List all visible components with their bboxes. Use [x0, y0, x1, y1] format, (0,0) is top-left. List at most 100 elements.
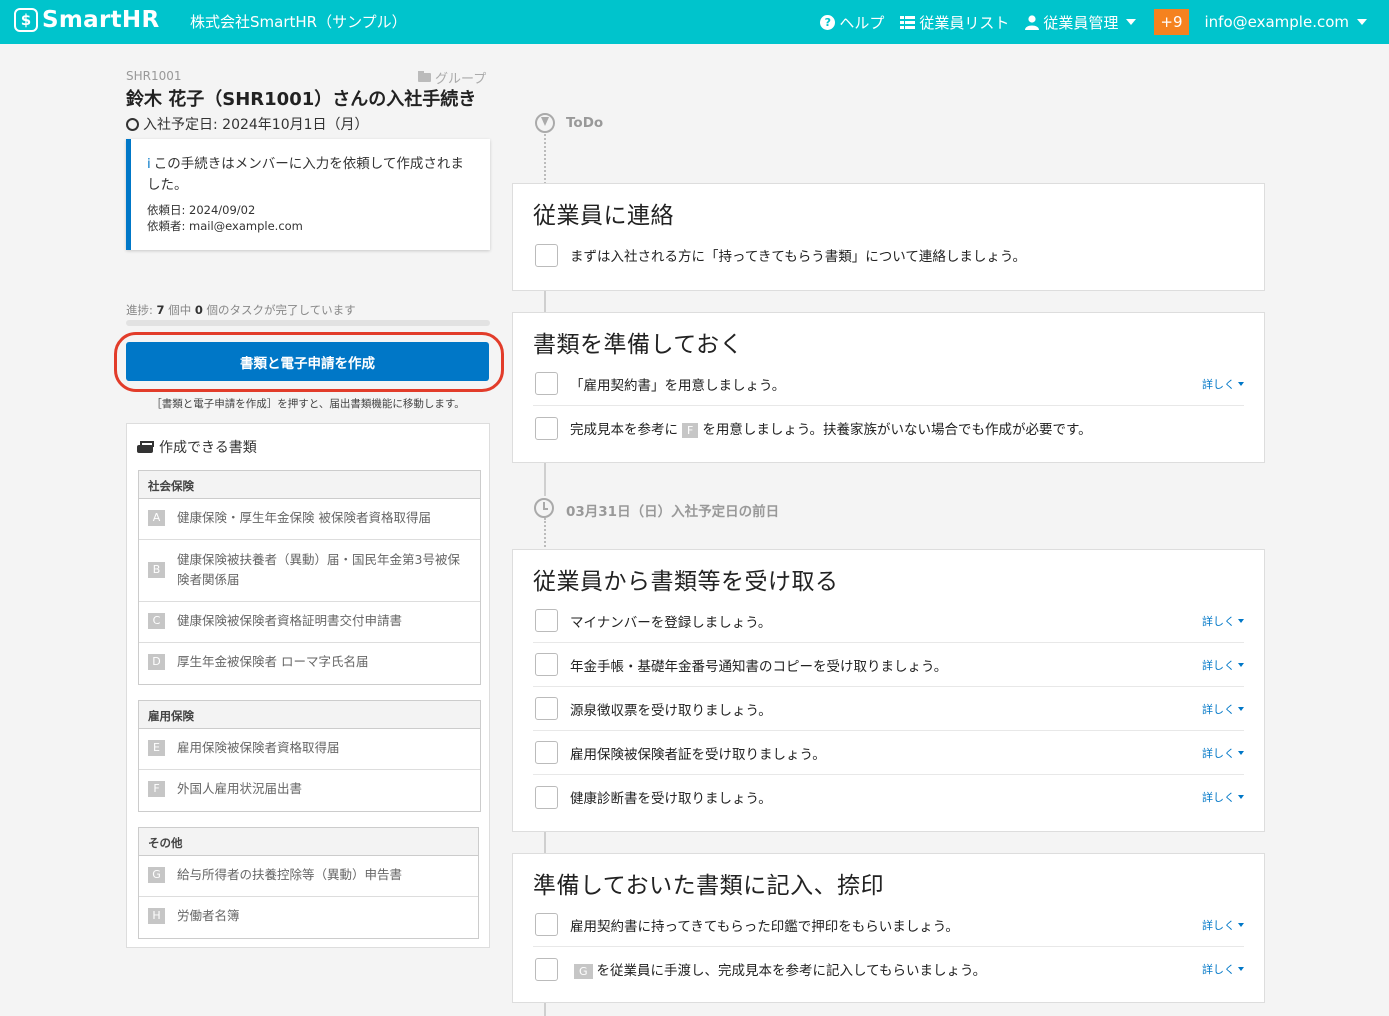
clock-icon [534, 498, 554, 518]
chevron-down-icon [1357, 19, 1367, 25]
detail-toggle[interactable]: 詳しく [1202, 701, 1244, 717]
task-card-fill-and-stamp: 準備しておいた書類に記入、捺印 雇用契約書に持ってきてもらった印鑑で押印をもらい… [512, 853, 1265, 1003]
task-text: マイナンバーを登録しましょう。 [570, 614, 772, 631]
task-checkbox[interactable] [535, 957, 558, 981]
document-group-social-insurance: 社会保険 A 健康保険・厚生年金保険 被保険者資格取得届 B 健康保険被扶養者（… [138, 470, 481, 685]
task-checkbox[interactable] [535, 653, 558, 676]
detail-toggle[interactable]: 詳しく [1202, 657, 1244, 673]
chevron-down-icon [1238, 750, 1244, 755]
task-row: 完成見本を参考に F を用意しましょう。扶養家族がいない場合でも作成が必要です。 [533, 406, 1244, 450]
request-date: 依頼日: 2024/09/02 [147, 203, 256, 217]
task-checkbox[interactable] [535, 372, 558, 395]
document-panel: 作成できる書類 社会保険 A 健康保険・厚生年金保険 被保険者資格取得届 B 健… [126, 423, 490, 948]
task-card-receive-documents: 従業員から書類等を受け取る マイナンバーを登録しましょう。 詳しく 年金手帳・基… [512, 549, 1265, 832]
document-item[interactable]: A 健康保険・厚生年金保険 被保険者資格取得届 [139, 499, 480, 540]
chevron-down-icon [1238, 618, 1244, 623]
smarthr-logo[interactable]: $ SmartHR [14, 7, 159, 33]
detail-toggle[interactable]: 詳しく [1202, 961, 1244, 977]
document-item[interactable]: H 労働者名簿 [139, 897, 478, 938]
document-tag: F [682, 423, 699, 438]
document-letter-badge: A [148, 510, 165, 526]
card-title: 従業員に連絡 [533, 203, 674, 229]
task-row: 雇用保険被保険者証を受け取りましょう。 詳しく [533, 731, 1244, 775]
header-nav: ? ヘルプ 従業員リスト 従業員管理 +9 info@example.com [804, 0, 1367, 44]
detail-toggle[interactable]: 詳しく [1202, 376, 1244, 392]
company-name[interactable]: 株式会社SmartHR（サンプル） [190, 11, 407, 32]
task-row: 年金手帳・基礎年金番号通知書のコピーを受け取りましょう。 詳しく [533, 643, 1244, 687]
document-item[interactable]: D 厚生年金被保険者 ローマ字氏名届 [139, 643, 480, 684]
document-name: 厚生年金被保険者 ローマ字氏名届 [177, 654, 369, 669]
chevron-down-icon [1238, 381, 1244, 386]
task-checkbox[interactable] [535, 243, 558, 267]
task-checkbox[interactable] [535, 697, 558, 720]
document-name: 雇用保険被保険者資格取得届 [177, 740, 340, 755]
chevron-down-icon [1238, 922, 1244, 927]
document-name: 労働者名簿 [177, 908, 240, 923]
milestone-label: 03月31日（日）入社予定日の前日 [566, 504, 780, 520]
clock-icon [126, 117, 139, 131]
arrow-down-circle-icon [535, 113, 555, 133]
chevron-down-icon [1238, 967, 1244, 971]
task-checkbox[interactable] [535, 913, 558, 936]
document-letter-badge: E [148, 740, 165, 756]
task-checkbox[interactable] [535, 609, 558, 632]
document-name: 健康保険・厚生年金保険 被保険者資格取得届 [177, 510, 431, 525]
document-name: 健康保険被扶養者（異動）届・国民年金第3号被保険者関係届 [177, 552, 460, 587]
task-text: まずは入社される方に「持ってきてもらう書類」について連絡しましょう。 [570, 249, 1027, 265]
chevron-down-icon [1238, 795, 1244, 799]
task-text: 健康診断書を受け取りましょう。 [570, 791, 772, 807]
detail-toggle[interactable]: 詳しく [1202, 789, 1244, 805]
info-icon: i [147, 156, 151, 172]
timeline-connector [544, 518, 546, 551]
account-menu[interactable]: info@example.com [1204, 13, 1367, 31]
task-card-contact-employee: 従業員に連絡 まずは入社される方に「持ってきてもらう書類」について連絡しましょう… [512, 183, 1265, 291]
card-title: 準備しておいた書類に記入、捺印 [533, 873, 885, 899]
document-name: 健康保険被保険者資格証明書交付申請書 [177, 613, 403, 628]
chevron-down-icon [1238, 706, 1244, 711]
document-item[interactable]: B 健康保険被扶養者（異動）届・国民年金第3号被保険者関係届 [139, 540, 480, 602]
progress-text: 進捗: 7 個中 0 個のタスクが完了しています [126, 303, 356, 317]
notification-badge[interactable]: +9 [1154, 9, 1189, 35]
employee-code: SHR1001 [126, 69, 182, 83]
document-item[interactable]: C 健康保険被保険者資格証明書交付申請書 [139, 602, 480, 643]
create-documents-button[interactable]: 書類と電子申請を作成 [126, 342, 489, 381]
progress-total: 7 [156, 303, 165, 317]
card-title: 従業員から書類等を受け取る [533, 569, 839, 595]
document-group-title: 雇用保険 [139, 701, 480, 729]
detail-toggle[interactable]: 詳しく [1202, 917, 1244, 933]
task-text: 「雇用契約書」を用意しましょう。 [570, 377, 786, 394]
document-item[interactable]: E 雇用保険被保険者資格取得届 [139, 729, 480, 770]
document-item[interactable]: G 給与所得者の扶養控除等（異動）申告書 [139, 856, 478, 897]
user-icon [1025, 14, 1040, 30]
task-text: 年金手帳・基礎年金番号通知書のコピーを受け取りましょう。 [570, 658, 948, 675]
detail-toggle[interactable]: 詳しく [1202, 613, 1244, 629]
request-info-box: i この手続きはメンバーに入力を依頼して作成されました。 依頼日: 2024/09… [126, 139, 490, 250]
timeline-connector [544, 462, 546, 496]
task-text: 雇用保険被保険者証を受け取りましょう。 [570, 746, 826, 763]
task-card-prepare-documents: 書類を準備しておく 「雇用契約書」を用意しましょう。 詳しく 完成見本を参考に F… [512, 312, 1265, 463]
task-checkbox[interactable] [535, 416, 558, 440]
folder-icon [418, 71, 431, 82]
document-item[interactable]: F 外国人雇用状況届出書 [139, 770, 480, 811]
info-details: 依頼日: 2024/09/02 依頼者: mail@example.com [147, 202, 474, 234]
task-text: G を従業員に手渡し、完成見本を参考に記入してもらいましょう。 [570, 959, 1202, 979]
card-title: 書類を準備しておく [533, 332, 744, 358]
timeline-connector [544, 831, 546, 854]
detail-toggle[interactable]: 詳しく [1202, 745, 1244, 761]
timeline-connector [544, 290, 546, 313]
logo-mark-icon: $ [14, 8, 38, 32]
task-checkbox[interactable] [535, 741, 558, 764]
employee-admin-menu[interactable]: 従業員管理 [1025, 12, 1137, 33]
progress-done: 0 [194, 303, 203, 317]
timeline-connector [544, 134, 546, 184]
account-email: info@example.com [1204, 13, 1350, 31]
top-bar: $ SmartHR 株式会社SmartHR（サンプル） ? ヘルプ 従業員リスト… [0, 0, 1389, 44]
info-message: i この手続きはメンバーに入力を依頼して作成されました。 [147, 154, 474, 196]
document-letter-badge: F [148, 781, 165, 797]
help-link[interactable]: ? ヘルプ [820, 12, 884, 33]
document-group-other: その他 G 給与所得者の扶養控除等（異動）申告書 H 労働者名簿 [138, 827, 479, 939]
task-checkbox[interactable] [535, 785, 558, 809]
document-name: 外国人雇用状況届出書 [177, 781, 303, 796]
employee-list-link[interactable]: 従業員リスト [900, 12, 1009, 33]
task-text: 完成見本を参考に F を用意しましょう。扶養家族がいない場合でも作成が必要です。 [570, 422, 1092, 438]
